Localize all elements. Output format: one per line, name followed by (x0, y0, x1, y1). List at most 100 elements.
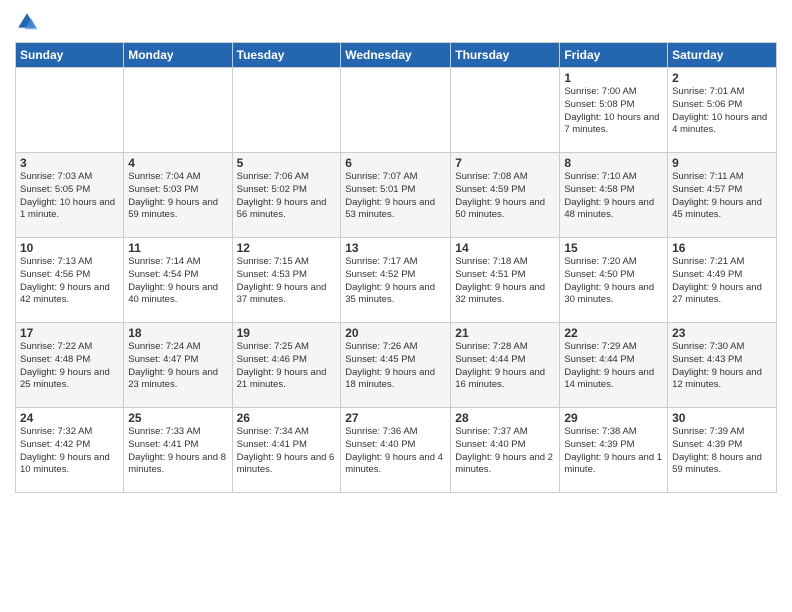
day-info: Sunrise: 7:03 AM Sunset: 5:05 PM Dayligh… (20, 171, 119, 222)
calendar-cell (232, 68, 341, 153)
calendar-cell: 22Sunrise: 7:29 AM Sunset: 4:44 PM Dayli… (560, 323, 668, 408)
day-info: Sunrise: 7:29 AM Sunset: 4:44 PM Dayligh… (564, 341, 663, 392)
calendar-cell: 14Sunrise: 7:18 AM Sunset: 4:51 PM Dayli… (451, 238, 560, 323)
day-info: Sunrise: 7:22 AM Sunset: 4:48 PM Dayligh… (20, 341, 119, 392)
calendar-cell: 8Sunrise: 7:10 AM Sunset: 4:58 PM Daylig… (560, 153, 668, 238)
day-number: 2 (672, 71, 772, 85)
day-info: Sunrise: 7:18 AM Sunset: 4:51 PM Dayligh… (455, 256, 555, 307)
day-number: 22 (564, 326, 663, 340)
day-info: Sunrise: 7:13 AM Sunset: 4:56 PM Dayligh… (20, 256, 119, 307)
day-info: Sunrise: 7:20 AM Sunset: 4:50 PM Dayligh… (564, 256, 663, 307)
logo (15, 10, 43, 34)
day-info: Sunrise: 7:28 AM Sunset: 4:44 PM Dayligh… (455, 341, 555, 392)
calendar-header-friday: Friday (560, 43, 668, 68)
day-info: Sunrise: 7:00 AM Sunset: 5:08 PM Dayligh… (564, 86, 663, 137)
calendar-header-thursday: Thursday (451, 43, 560, 68)
day-number: 25 (128, 411, 227, 425)
calendar-cell: 26Sunrise: 7:34 AM Sunset: 4:41 PM Dayli… (232, 408, 341, 493)
day-info: Sunrise: 7:26 AM Sunset: 4:45 PM Dayligh… (345, 341, 446, 392)
day-number: 21 (455, 326, 555, 340)
day-number: 28 (455, 411, 555, 425)
day-number: 26 (237, 411, 337, 425)
day-info: Sunrise: 7:17 AM Sunset: 4:52 PM Dayligh… (345, 256, 446, 307)
day-info: Sunrise: 7:30 AM Sunset: 4:43 PM Dayligh… (672, 341, 772, 392)
day-info: Sunrise: 7:25 AM Sunset: 4:46 PM Dayligh… (237, 341, 337, 392)
calendar-cell (16, 68, 124, 153)
day-info: Sunrise: 7:15 AM Sunset: 4:53 PM Dayligh… (237, 256, 337, 307)
calendar-header-sunday: Sunday (16, 43, 124, 68)
day-number: 18 (128, 326, 227, 340)
calendar-cell: 7Sunrise: 7:08 AM Sunset: 4:59 PM Daylig… (451, 153, 560, 238)
day-number: 8 (564, 156, 663, 170)
day-number: 13 (345, 241, 446, 255)
day-number: 24 (20, 411, 119, 425)
day-number: 6 (345, 156, 446, 170)
calendar-cell: 6Sunrise: 7:07 AM Sunset: 5:01 PM Daylig… (341, 153, 451, 238)
day-info: Sunrise: 7:14 AM Sunset: 4:54 PM Dayligh… (128, 256, 227, 307)
calendar: SundayMondayTuesdayWednesdayThursdayFrid… (15, 42, 777, 493)
day-info: Sunrise: 7:04 AM Sunset: 5:03 PM Dayligh… (128, 171, 227, 222)
calendar-cell: 18Sunrise: 7:24 AM Sunset: 4:47 PM Dayli… (124, 323, 232, 408)
day-number: 15 (564, 241, 663, 255)
day-number: 1 (564, 71, 663, 85)
calendar-cell: 25Sunrise: 7:33 AM Sunset: 4:41 PM Dayli… (124, 408, 232, 493)
calendar-cell: 2Sunrise: 7:01 AM Sunset: 5:06 PM Daylig… (668, 68, 777, 153)
day-info: Sunrise: 7:06 AM Sunset: 5:02 PM Dayligh… (237, 171, 337, 222)
calendar-header-monday: Monday (124, 43, 232, 68)
calendar-header-saturday: Saturday (668, 43, 777, 68)
day-number: 12 (237, 241, 337, 255)
day-info: Sunrise: 7:38 AM Sunset: 4:39 PM Dayligh… (564, 426, 663, 477)
day-number: 9 (672, 156, 772, 170)
calendar-header-wednesday: Wednesday (341, 43, 451, 68)
day-number: 11 (128, 241, 227, 255)
day-info: Sunrise: 7:32 AM Sunset: 4:42 PM Dayligh… (20, 426, 119, 477)
day-info: Sunrise: 7:37 AM Sunset: 4:40 PM Dayligh… (455, 426, 555, 477)
calendar-cell: 19Sunrise: 7:25 AM Sunset: 4:46 PM Dayli… (232, 323, 341, 408)
day-number: 3 (20, 156, 119, 170)
calendar-cell: 11Sunrise: 7:14 AM Sunset: 4:54 PM Dayli… (124, 238, 232, 323)
day-info: Sunrise: 7:36 AM Sunset: 4:40 PM Dayligh… (345, 426, 446, 477)
day-info: Sunrise: 7:10 AM Sunset: 4:58 PM Dayligh… (564, 171, 663, 222)
logo-icon (15, 10, 39, 34)
day-number: 4 (128, 156, 227, 170)
day-number: 7 (455, 156, 555, 170)
day-info: Sunrise: 7:24 AM Sunset: 4:47 PM Dayligh… (128, 341, 227, 392)
calendar-week-1: 1Sunrise: 7:00 AM Sunset: 5:08 PM Daylig… (16, 68, 777, 153)
day-number: 14 (455, 241, 555, 255)
calendar-cell: 20Sunrise: 7:26 AM Sunset: 4:45 PM Dayli… (341, 323, 451, 408)
day-info: Sunrise: 7:34 AM Sunset: 4:41 PM Dayligh… (237, 426, 337, 477)
calendar-week-2: 3Sunrise: 7:03 AM Sunset: 5:05 PM Daylig… (16, 153, 777, 238)
day-info: Sunrise: 7:08 AM Sunset: 4:59 PM Dayligh… (455, 171, 555, 222)
day-number: 5 (237, 156, 337, 170)
calendar-cell: 3Sunrise: 7:03 AM Sunset: 5:05 PM Daylig… (16, 153, 124, 238)
day-number: 17 (20, 326, 119, 340)
page: SundayMondayTuesdayWednesdayThursdayFrid… (0, 0, 792, 612)
calendar-cell: 15Sunrise: 7:20 AM Sunset: 4:50 PM Dayli… (560, 238, 668, 323)
calendar-cell: 5Sunrise: 7:06 AM Sunset: 5:02 PM Daylig… (232, 153, 341, 238)
calendar-cell: 29Sunrise: 7:38 AM Sunset: 4:39 PM Dayli… (560, 408, 668, 493)
day-info: Sunrise: 7:39 AM Sunset: 4:39 PM Dayligh… (672, 426, 772, 477)
calendar-cell: 16Sunrise: 7:21 AM Sunset: 4:49 PM Dayli… (668, 238, 777, 323)
calendar-cell: 30Sunrise: 7:39 AM Sunset: 4:39 PM Dayli… (668, 408, 777, 493)
header (15, 10, 777, 34)
calendar-cell: 9Sunrise: 7:11 AM Sunset: 4:57 PM Daylig… (668, 153, 777, 238)
calendar-cell: 24Sunrise: 7:32 AM Sunset: 4:42 PM Dayli… (16, 408, 124, 493)
calendar-cell: 28Sunrise: 7:37 AM Sunset: 4:40 PM Dayli… (451, 408, 560, 493)
calendar-week-4: 17Sunrise: 7:22 AM Sunset: 4:48 PM Dayli… (16, 323, 777, 408)
calendar-cell (341, 68, 451, 153)
day-number: 19 (237, 326, 337, 340)
day-number: 23 (672, 326, 772, 340)
day-info: Sunrise: 7:11 AM Sunset: 4:57 PM Dayligh… (672, 171, 772, 222)
day-number: 30 (672, 411, 772, 425)
calendar-cell: 10Sunrise: 7:13 AM Sunset: 4:56 PM Dayli… (16, 238, 124, 323)
calendar-cell: 17Sunrise: 7:22 AM Sunset: 4:48 PM Dayli… (16, 323, 124, 408)
calendar-header-tuesday: Tuesday (232, 43, 341, 68)
calendar-cell (451, 68, 560, 153)
day-number: 20 (345, 326, 446, 340)
day-info: Sunrise: 7:21 AM Sunset: 4:49 PM Dayligh… (672, 256, 772, 307)
calendar-week-3: 10Sunrise: 7:13 AM Sunset: 4:56 PM Dayli… (16, 238, 777, 323)
calendar-cell: 27Sunrise: 7:36 AM Sunset: 4:40 PM Dayli… (341, 408, 451, 493)
day-number: 10 (20, 241, 119, 255)
day-info: Sunrise: 7:07 AM Sunset: 5:01 PM Dayligh… (345, 171, 446, 222)
calendar-cell: 1Sunrise: 7:00 AM Sunset: 5:08 PM Daylig… (560, 68, 668, 153)
